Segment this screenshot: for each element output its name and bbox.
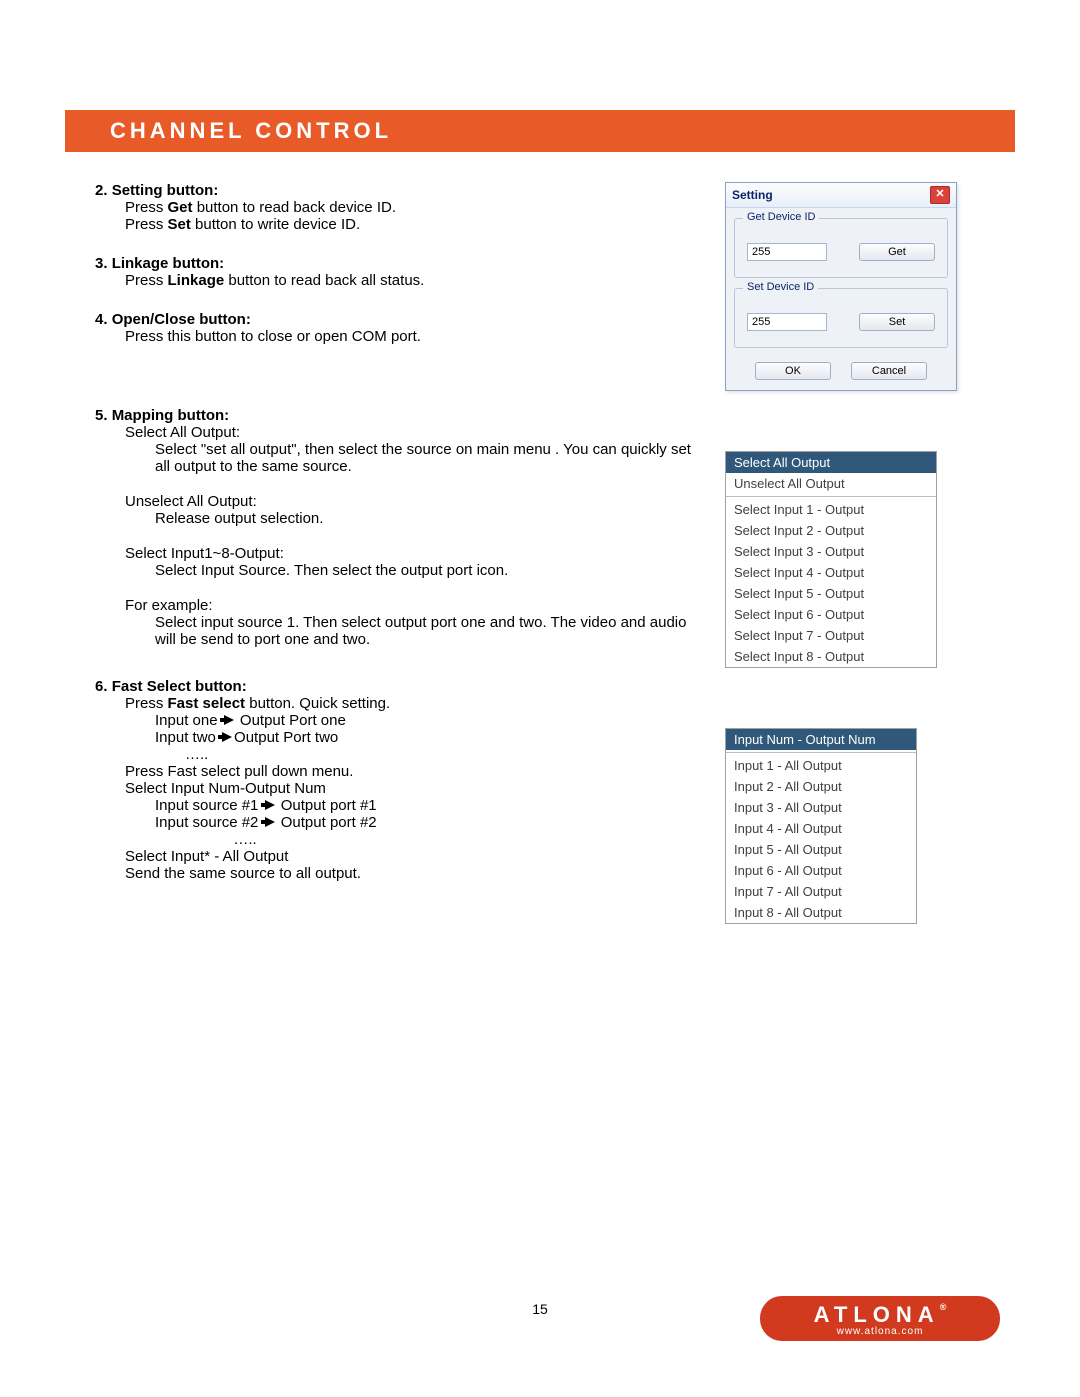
arrow-icon xyxy=(265,800,275,810)
sec2-title: Setting button: xyxy=(112,182,219,199)
sec5-b0-body: Select "set all output", then select the… xyxy=(125,441,695,475)
sec5-title: Mapping button: xyxy=(112,407,229,424)
sec6-l1-post: button. Quick setting. xyxy=(245,695,390,712)
sec3-title: Linkage button: xyxy=(112,255,225,272)
sec6-l6b: Output port #1 xyxy=(277,797,377,814)
sec6-l9: Send the same source to all output. xyxy=(125,865,695,882)
fast-menu-item[interactable]: Input 6 - All Output xyxy=(726,860,916,881)
close-icon[interactable]: ✕ xyxy=(930,186,950,204)
get-device-id-group: Get Device ID 255 Get xyxy=(734,218,948,278)
set-device-id-label: Set Device ID xyxy=(743,281,818,293)
mapping-menu: Select All Output Unselect All Output Se… xyxy=(725,451,937,668)
fast-menu-item[interactable]: Input 3 - All Output xyxy=(726,797,916,818)
sec4-title: Open/Close button: xyxy=(112,311,251,328)
arrow-icon xyxy=(224,715,234,725)
mapping-menu-item[interactable]: Select Input 2 - Output xyxy=(726,520,936,541)
mapping-menu-selected[interactable]: Select All Output xyxy=(726,452,936,473)
sec2-l2-bold: Set xyxy=(168,216,191,233)
sec5-b2-body: Select Input Source. Then select the out… xyxy=(125,562,695,579)
set-device-id-input[interactable]: 255 xyxy=(747,313,827,331)
sec2-l1-post: button to read back device ID. xyxy=(193,199,396,216)
sec5-b2-head: Select Input1~8-Output: xyxy=(125,545,695,562)
fast-menu-item[interactable]: Input 4 - All Output xyxy=(726,818,916,839)
mapping-menu-item[interactable]: Unselect All Output xyxy=(726,473,936,494)
brand-badge: ATLONA® www.atlona.com xyxy=(760,1296,1000,1341)
section-title-bar: CHANNEL CONTROL xyxy=(65,110,1015,152)
setting-dialog-title: Setting xyxy=(732,188,773,202)
sec6-ell2: ….. xyxy=(125,831,365,848)
mapping-menu-item[interactable]: Select Input 3 - Output xyxy=(726,541,936,562)
sec3-l1-pre: Press xyxy=(125,272,168,289)
sec6-l8: Select Input* - All Output xyxy=(125,848,695,865)
sec2-num: 2. xyxy=(95,182,108,199)
sec5-b0-head: Select All Output: xyxy=(125,424,695,441)
sec4-num: 4. xyxy=(95,311,108,328)
mapping-menu-item[interactable]: Select Input 4 - Output xyxy=(726,562,936,583)
sec2-l2-post: button to write device ID. xyxy=(191,216,360,233)
sec6-ell1: ….. xyxy=(125,746,695,763)
fast-menu-item[interactable]: Input 5 - All Output xyxy=(726,839,916,860)
set-device-id-group: Set Device ID 255 Set xyxy=(734,288,948,348)
sec6-l7b: Output port #2 xyxy=(277,814,377,831)
sec6-l1-bold: Fast select xyxy=(168,695,246,712)
sec6-num: 6. xyxy=(95,678,108,695)
sec6-l3b: Output Port two xyxy=(234,729,338,746)
sec3-l1-post: button to read back all status. xyxy=(224,272,424,289)
fast-menu-selected[interactable]: Input Num - Output Num xyxy=(726,729,916,750)
arrow-icon xyxy=(265,817,275,827)
mapping-menu-item[interactable]: Select Input 8 - Output xyxy=(726,646,936,667)
sec5-b1-head: Unselect All Output: xyxy=(125,493,695,510)
sec5-b1-body: Release output selection. xyxy=(125,510,695,527)
sec5-b3-head: For example: xyxy=(125,597,695,614)
setting-dialog: Setting ✕ Get Device ID 255 Get Set Devi… xyxy=(725,182,957,391)
sec3-num: 3. xyxy=(95,255,108,272)
sec6-l1-pre: Press xyxy=(125,695,168,712)
ok-button[interactable]: OK xyxy=(755,362,831,380)
get-device-id-label: Get Device ID xyxy=(743,211,819,223)
sec2-l2-pre: Press xyxy=(125,216,168,233)
arrow-icon xyxy=(222,732,232,742)
fast-menu-item[interactable]: Input 1 - All Output xyxy=(726,755,916,776)
sec4-l1: Press this button to close or open COM p… xyxy=(125,328,421,345)
fast-menu-item[interactable]: Input 8 - All Output xyxy=(726,902,916,923)
mapping-menu-item[interactable]: Select Input 7 - Output xyxy=(726,625,936,646)
brand-name: ATLONA xyxy=(814,1302,940,1327)
sec5-num: 5. xyxy=(95,407,108,424)
mapping-menu-item[interactable]: Select Input 6 - Output xyxy=(726,604,936,625)
sec5-b3-body: Select input source 1. Then select outpu… xyxy=(125,614,695,648)
cancel-button[interactable]: Cancel xyxy=(851,362,927,380)
sec6-l6a: Input source #1 xyxy=(155,797,263,814)
fast-select-menu: Input Num - Output Num Input 1 - All Out… xyxy=(725,728,917,924)
sec2-l1-pre: Press xyxy=(125,199,168,216)
fast-menu-item[interactable]: Input 2 - All Output xyxy=(726,776,916,797)
sec2-l1-bold: Get xyxy=(168,199,193,216)
get-button[interactable]: Get xyxy=(859,243,935,261)
sec3-l1-bold: Linkage xyxy=(168,272,225,289)
sec6-l4: Press Fast select pull down menu. xyxy=(125,763,695,780)
mapping-menu-item[interactable]: Select Input 1 - Output xyxy=(726,499,936,520)
registered-icon: ® xyxy=(940,1302,947,1312)
set-button[interactable]: Set xyxy=(859,313,935,331)
mapping-menu-item[interactable]: Select Input 5 - Output xyxy=(726,583,936,604)
sec6-l3: Input two xyxy=(155,729,220,746)
get-device-id-input[interactable]: 255 xyxy=(747,243,827,261)
sec6-title: Fast Select button: xyxy=(112,678,247,695)
sec6-l2: Input one xyxy=(155,712,222,729)
fast-menu-item[interactable]: Input 7 - All Output xyxy=(726,881,916,902)
sec6-l7a: Input source #2 xyxy=(155,814,263,831)
sec6-l5: Select Input Num-Output Num xyxy=(125,780,695,797)
sec6-l2b: Output Port one xyxy=(236,712,346,729)
